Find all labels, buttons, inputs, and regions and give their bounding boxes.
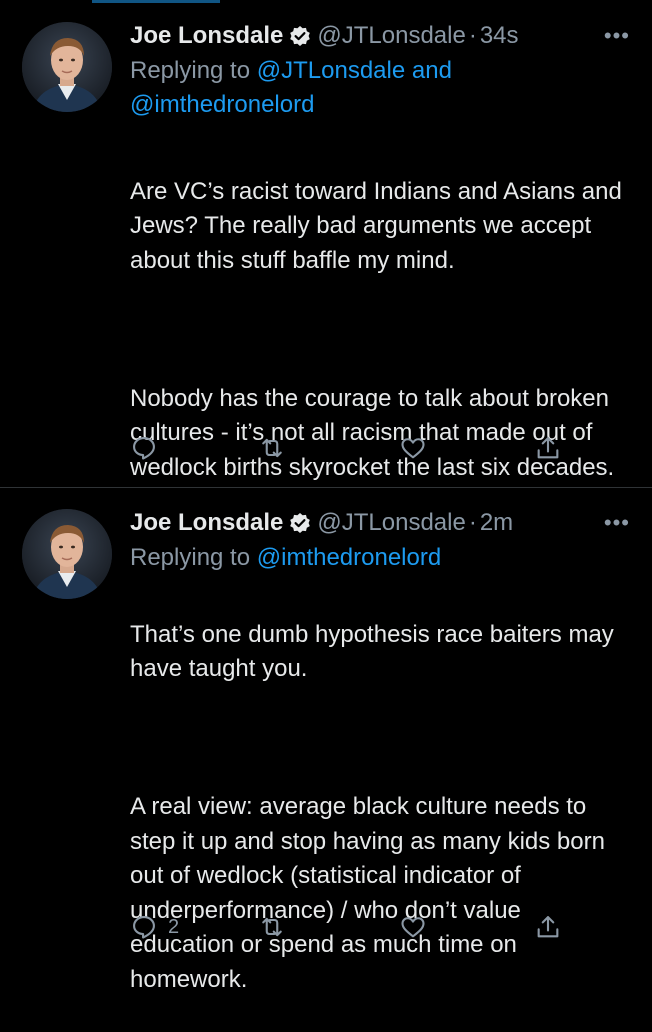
tweet-paragraph: That’s one dumb hypothesis race baiters … xyxy=(130,620,614,683)
author-name[interactable]: Joe Lonsdale xyxy=(130,22,283,50)
reply-icon xyxy=(133,437,155,460)
share-button[interactable] xyxy=(534,907,562,947)
tweet-paragraph: Are VC’s racist toward Indians and Asian… xyxy=(130,177,622,274)
author-handle[interactable]: @JTLonsdale xyxy=(317,22,465,50)
reply-button[interactable]: 2 xyxy=(130,907,179,947)
retweet-icon xyxy=(262,438,282,458)
separator-dot: · xyxy=(468,509,477,536)
replying-to: Replying to @imthedronelord xyxy=(130,541,630,575)
like-icon xyxy=(401,438,425,459)
verified-badge-icon xyxy=(289,512,311,534)
mention-link[interactable]: @imthedronelord xyxy=(257,544,441,571)
like-button[interactable] xyxy=(398,907,428,947)
reply-count: 2 xyxy=(168,915,180,938)
more-options-icon[interactable]: ••• xyxy=(604,18,630,54)
avatar-image xyxy=(22,509,112,599)
mention-joiner[interactable]: and xyxy=(412,57,452,84)
more-options-icon[interactable]: ••• xyxy=(604,505,630,541)
reply-icon xyxy=(133,916,155,939)
tweet-divider xyxy=(0,487,652,488)
verified-badge-icon xyxy=(289,25,311,47)
separator-dot: · xyxy=(468,22,477,49)
timestamp[interactable]: 34s xyxy=(480,22,519,50)
mention-link[interactable]: @JTLonsdale xyxy=(257,57,405,84)
tweet-actions: 2 xyxy=(130,907,570,947)
retweet-button[interactable] xyxy=(258,907,286,947)
replying-to-label: Replying to xyxy=(130,544,251,571)
tweet[interactable]: Joe Lonsdale @JTLonsdale · 34s ••• Reply… xyxy=(0,0,652,488)
retweet-button[interactable] xyxy=(258,428,286,468)
tweet-header: Joe Lonsdale @JTLonsdale · 2m ••• xyxy=(130,505,630,541)
author-handle[interactable]: @JTLonsdale xyxy=(317,509,465,537)
mention-link[interactable]: @imthedronelord xyxy=(130,91,314,118)
tweet-content: Joe Lonsdale @JTLonsdale · 2m ••• Replyi… xyxy=(130,505,630,1032)
replying-to: Replying to @JTLonsdale and @imthedronel… xyxy=(130,54,630,122)
like-button[interactable] xyxy=(398,428,428,468)
tweet-actions xyxy=(130,428,570,468)
tweet[interactable]: Joe Lonsdale @JTLonsdale · 2m ••• Replyi… xyxy=(0,489,652,993)
share-button[interactable] xyxy=(534,428,562,468)
tweet-paragraph: A real view: average black culture needs… xyxy=(130,793,605,993)
retweet-icon xyxy=(262,917,282,937)
share-icon xyxy=(537,437,559,459)
avatar-image xyxy=(22,22,112,112)
reply-button[interactable] xyxy=(130,428,168,468)
share-icon xyxy=(537,916,559,938)
author-name[interactable]: Joe Lonsdale xyxy=(130,509,283,537)
avatar[interactable] xyxy=(22,509,112,599)
timestamp[interactable]: 2m xyxy=(480,509,513,537)
like-icon xyxy=(401,917,425,938)
avatar[interactable] xyxy=(22,22,112,112)
replying-to-label: Replying to xyxy=(130,57,251,84)
tweet-text: That’s one dumb hypothesis race baiters … xyxy=(130,583,630,1032)
tweet-header: Joe Lonsdale @JTLonsdale · 34s ••• xyxy=(130,18,630,54)
